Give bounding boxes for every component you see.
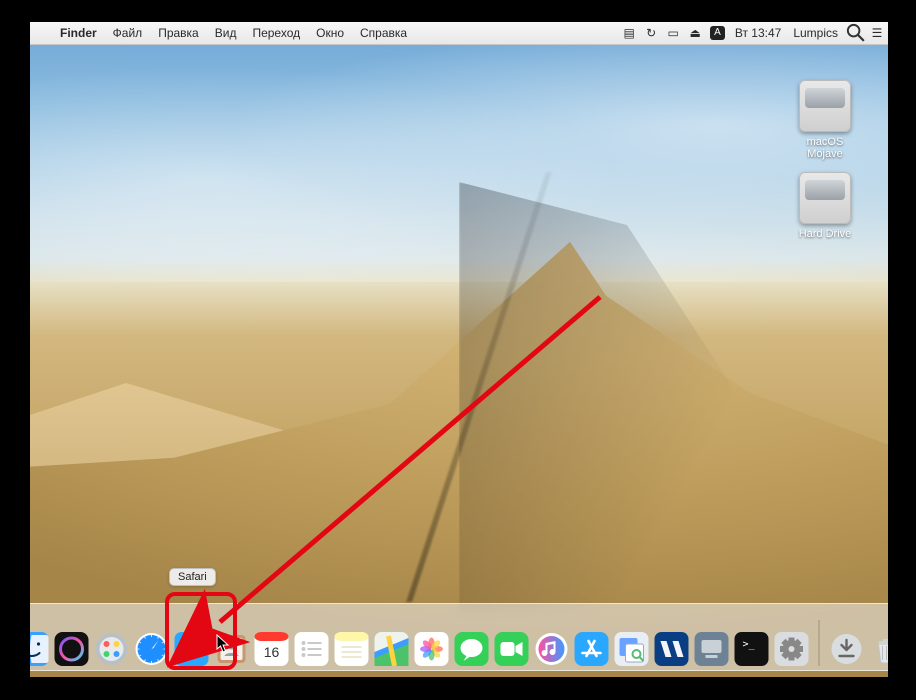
menubar-app-name[interactable]: Finder — [52, 26, 105, 40]
screenshot-frame: Finder Файл Правка Вид Переход Окно Спра… — [28, 20, 890, 679]
menu-view[interactable]: Вид — [207, 26, 245, 40]
dock-app-vbox[interactable] — [655, 632, 689, 666]
dock-app-mail[interactable] — [175, 632, 209, 666]
drive-icon — [799, 172, 851, 224]
dock-app-notes[interactable] — [335, 632, 369, 666]
menu-help[interactable]: Справка — [352, 26, 415, 40]
eject-icon[interactable]: ⏏ — [684, 26, 706, 40]
time-machine-icon[interactable]: ↻ — [640, 26, 662, 40]
airplay-icon[interactable]: ▭ — [662, 26, 684, 40]
dock-app-messages[interactable] — [455, 632, 489, 666]
dock-app-maps[interactable] — [375, 632, 409, 666]
menubar[interactable]: Finder Файл Правка Вид Переход Окно Спра… — [30, 22, 888, 45]
svg-text:>_: >_ — [743, 639, 756, 650]
dock-app-downloads[interactable] — [830, 632, 864, 666]
menu-window[interactable]: Окно — [308, 26, 352, 40]
dock-app-bootdisk[interactable] — [695, 632, 729, 666]
dock-app-launchpad[interactable] — [95, 632, 129, 666]
dock-tooltip-label: Safari — [178, 571, 207, 583]
dock-app-facetime[interactable] — [495, 632, 529, 666]
input-language-badge[interactable]: A — [710, 26, 725, 40]
dock-tooltip: Safari — [169, 568, 216, 586]
dock-app-appstore[interactable] — [575, 632, 609, 666]
dock-app-reminders[interactable] — [295, 632, 329, 666]
dock-app-trash[interactable] — [870, 632, 889, 666]
dock-app-finder[interactable] — [30, 632, 49, 666]
menu-edit[interactable]: Правка — [150, 26, 207, 40]
menubar-user[interactable]: Lumpics — [787, 26, 844, 40]
drive-label: Hard Drive — [790, 228, 860, 240]
menu-go[interactable]: Переход — [244, 26, 308, 40]
dock-app-photos[interactable] — [415, 632, 449, 666]
dock-separator — [819, 620, 820, 666]
dock-app-sysprefs[interactable] — [775, 632, 809, 666]
dock-app-preview[interactable] — [615, 632, 649, 666]
desktop-drive[interactable]: Hard Drive — [790, 172, 860, 240]
drive-icon — [799, 80, 851, 132]
control-center-icon[interactable]: ☰ — [866, 26, 888, 40]
desktop-drive[interactable]: macOS Mojave — [790, 80, 860, 160]
dock-app-terminal[interactable]: >_ — [735, 632, 769, 666]
dock-app-calendar[interactable]: 16 — [255, 632, 289, 666]
dock[interactable]: 16 >_ — [30, 603, 888, 671]
drive-label: macOS Mojave — [790, 136, 860, 160]
dock-app-siri[interactable] — [55, 632, 89, 666]
dock-app-safari[interactable] — [135, 632, 169, 666]
desktop[interactable]: Finder Файл Правка Вид Переход Окно Спра… — [30, 22, 888, 677]
disk-icon[interactable]: ▤ — [618, 26, 640, 40]
dock-app-itunes[interactable] — [535, 632, 569, 666]
dock-app-contacts[interactable] — [215, 632, 249, 666]
menubar-clock[interactable]: Вт 13:47 — [729, 26, 787, 40]
menu-file[interactable]: Файл — [105, 26, 151, 40]
svg-text:16: 16 — [264, 644, 280, 660]
search-icon[interactable] — [844, 22, 866, 46]
